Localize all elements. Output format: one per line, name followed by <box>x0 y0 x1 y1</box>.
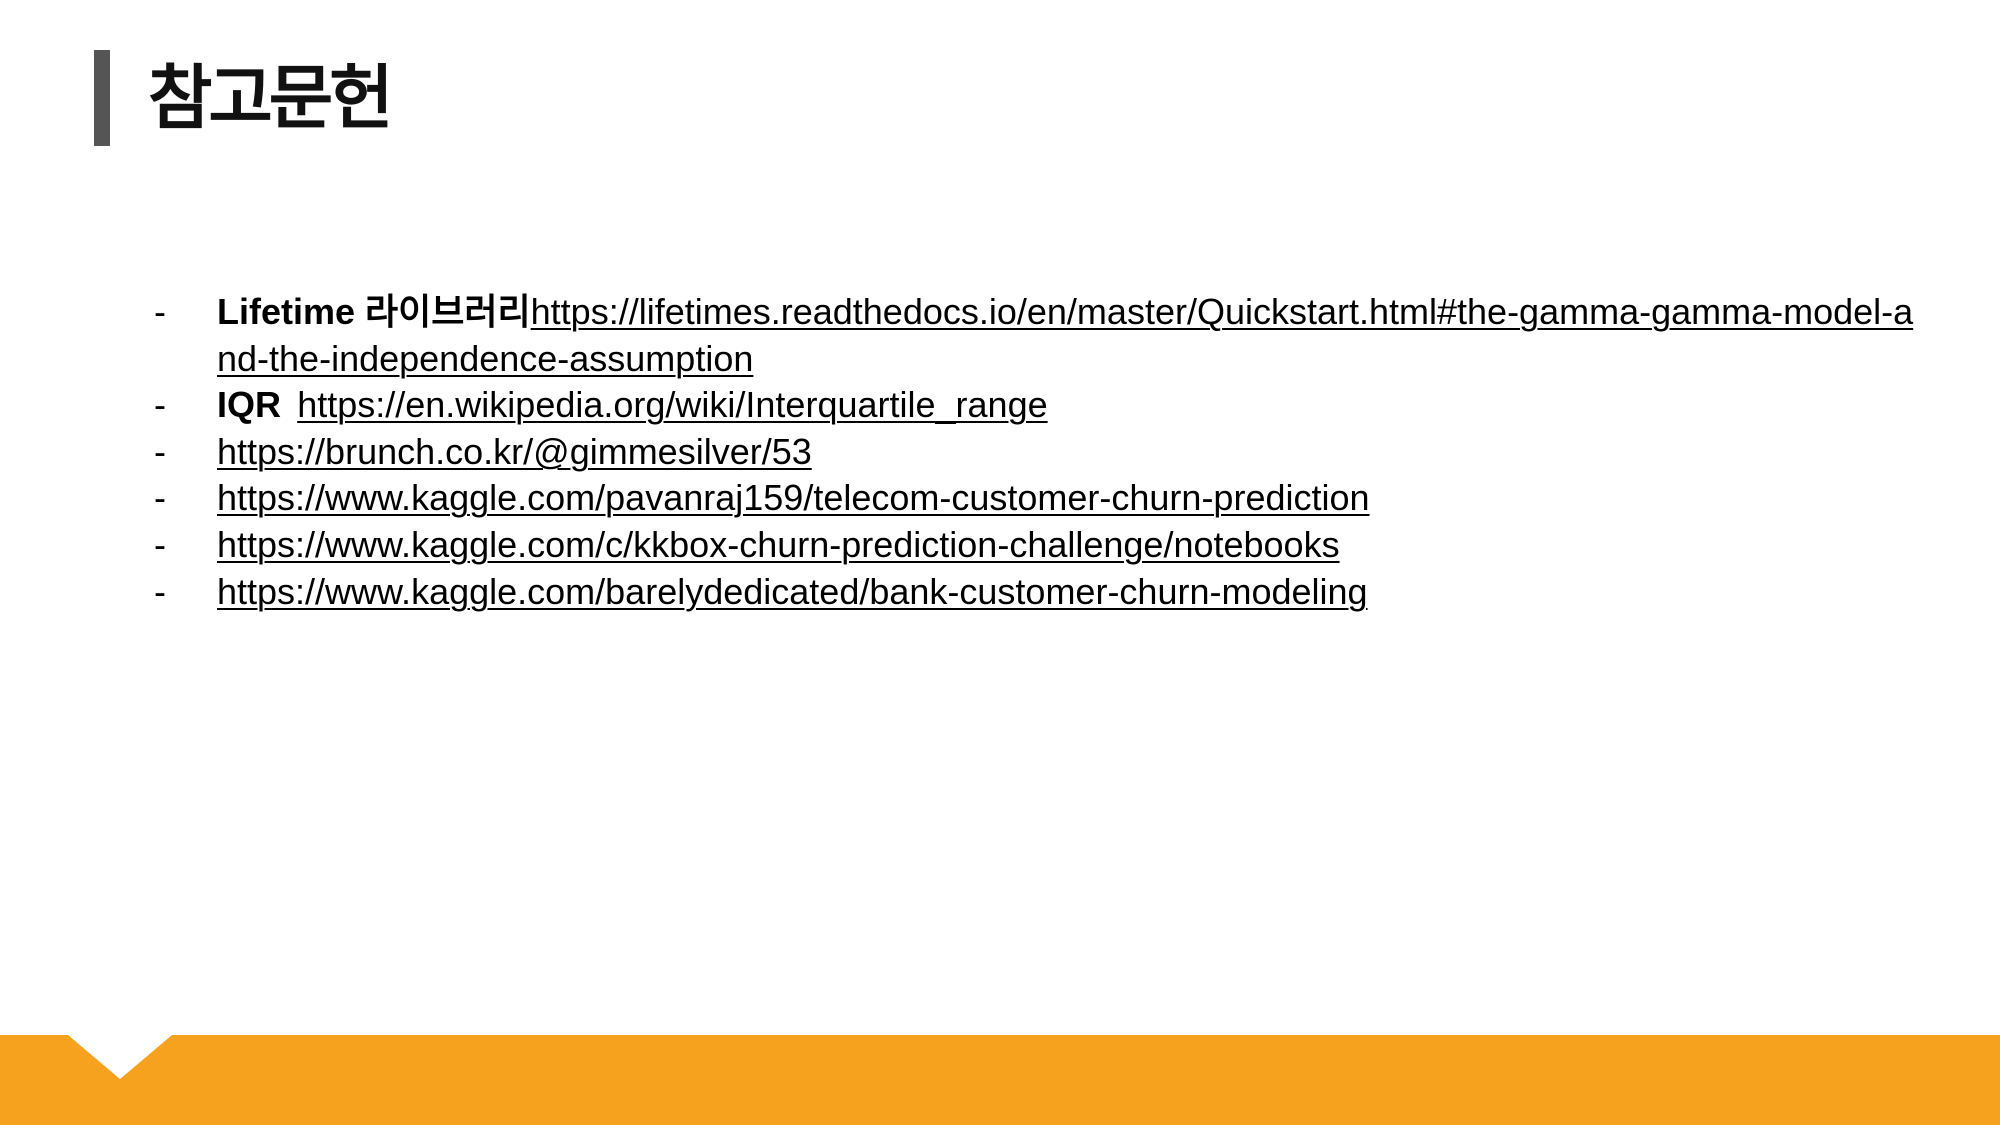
list-bullet: - <box>154 291 166 332</box>
list-bullet: - <box>154 570 166 612</box>
reference-link[interactable]: https://www.kaggle.com/c/kkbox-churn-pre… <box>217 524 1340 565</box>
title-accent-bar <box>94 50 110 146</box>
slide: 참고문헌 - Lifetime 라이브러리https://lifetimes.r… <box>0 0 2000 1125</box>
list-bullet: - <box>154 430 166 472</box>
list-bullet: - <box>154 477 166 519</box>
reference-item: - https://www.kaggle.com/c/kkbox-churn-p… <box>0 522 1927 569</box>
reference-item: - Lifetime 라이브러리https://lifetimes.readth… <box>0 289 1927 382</box>
list-bullet: - <box>154 384 166 426</box>
reference-item: - https://www.kaggle.com/pavanraj159/tel… <box>0 475 1927 522</box>
reference-label: IQR <box>217 384 282 426</box>
page-title: 참고문헌 <box>148 57 394 139</box>
reference-item: - IQR https://en.wikipedia.org/wiki/Inter… <box>0 382 1927 429</box>
reference-item: - https://www.kaggle.com/barelydedicated… <box>0 569 1927 616</box>
reference-link[interactable]: https://www.kaggle.com/barelydedicated/b… <box>217 571 1368 612</box>
footer-notch-shape <box>68 1035 172 1079</box>
reference-list: - Lifetime 라이브러리https://lifetimes.readth… <box>0 289 1927 615</box>
reference-link[interactable]: https://brunch.co.kr/@gimmesilver/53 <box>217 431 812 472</box>
list-bullet: - <box>154 523 166 565</box>
reference-link[interactable]: https://www.kaggle.com/pavanraj159/telec… <box>217 477 1370 518</box>
footer-bar <box>0 1035 2000 1125</box>
reference-link[interactable]: https://en.wikipedia.org/wiki/Interquart… <box>297 384 1047 425</box>
footer-chevron-notch-icon <box>68 1035 172 1079</box>
reference-item: - https://brunch.co.kr/@gimmesilver/53 <box>0 429 1927 476</box>
reference-label: Lifetime 라이브러리 <box>217 291 531 332</box>
